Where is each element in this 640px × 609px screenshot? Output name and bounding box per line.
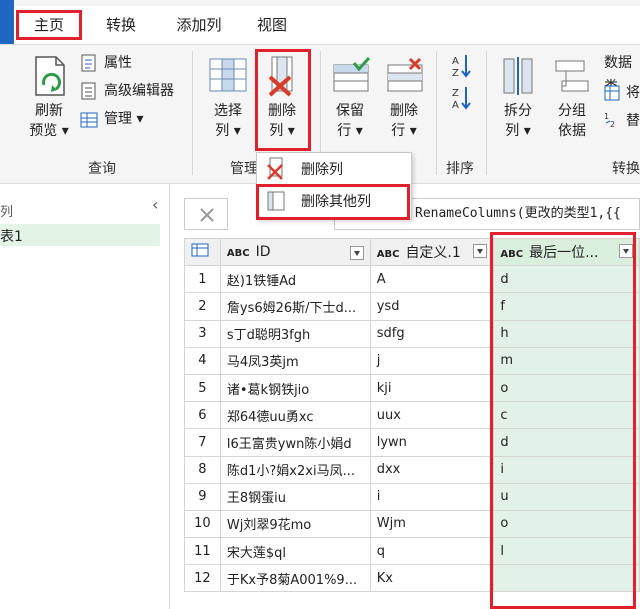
svg-text:2: 2 xyxy=(610,120,615,129)
choose-columns-button[interactable]: 选择 列 ▾ xyxy=(208,101,248,141)
table-menu-icon[interactable] xyxy=(184,238,221,267)
tab-add-column[interactable]: 添加列 xyxy=(166,10,232,40)
cell-id[interactable]: 马4凤3英jm xyxy=(219,346,371,375)
cell-custom1[interactable]: A xyxy=(369,265,495,294)
column-filter-dropdown[interactable] xyxy=(473,244,488,259)
cell-id[interactable]: 诸•葛k钢铁jio xyxy=(219,373,371,403)
cell-id[interactable]: 王8钢蛋iu xyxy=(219,482,371,511)
column-filter-dropdown[interactable] xyxy=(349,246,364,261)
tab-home[interactable]: 主页 xyxy=(16,10,82,40)
row-number[interactable]: 3 xyxy=(184,319,221,348)
group-divider xyxy=(486,51,487,175)
cancel-formula-button[interactable] xyxy=(184,198,228,230)
transform-group-label: 转换 xyxy=(612,161,640,177)
file-tab-edge[interactable] xyxy=(0,0,14,44)
refresh-preview-button[interactable]: 刷新 预览 ▾ xyxy=(22,101,76,141)
svg-text:Z: Z xyxy=(452,68,459,79)
cell-id[interactable]: Wj刘翠9花mo xyxy=(219,509,371,539)
query-item-label: 表1 xyxy=(0,229,23,245)
cell-id[interactable]: s丁d聪明3fgh xyxy=(219,319,371,348)
last-column-highlight xyxy=(490,232,636,609)
cell-custom1[interactable]: ysd xyxy=(369,292,495,321)
refresh-preview-icon[interactable] xyxy=(30,55,70,103)
remove-other-columns-highlight xyxy=(256,184,410,220)
svg-text:Z: Z xyxy=(452,88,459,99)
cell-custom1[interactable]: sdfg xyxy=(369,319,495,348)
group-by-icon[interactable] xyxy=(554,57,590,99)
remove-columns-highlight xyxy=(255,49,311,151)
cell-custom1[interactable]: q xyxy=(369,537,495,566)
manage-button[interactable]: 管理 ▾ xyxy=(104,107,143,131)
text-type-icon[interactable]: ABC xyxy=(227,248,250,259)
group-by-button[interactable]: 分组 依据 xyxy=(552,101,592,141)
keep-rows-button[interactable]: 保留 行 ▾ xyxy=(330,101,370,141)
row-number[interactable]: 10 xyxy=(184,509,221,539)
cell-id[interactable]: 赵)1铁锤Ad xyxy=(219,265,371,294)
advanced-editor-button[interactable]: 高级编辑器 xyxy=(104,79,174,103)
row-number[interactable]: 12 xyxy=(184,564,221,593)
use-first-row-button[interactable]: 将 xyxy=(626,81,640,105)
properties-button[interactable]: 属性 xyxy=(104,51,132,75)
cell-custom1[interactable]: kji xyxy=(369,373,495,403)
column-header-id[interactable]: ABC ID xyxy=(219,238,371,267)
column-header-custom1[interactable]: ABC 自定义.1 xyxy=(369,238,495,267)
row-number[interactable]: 4 xyxy=(184,346,221,375)
sort-group-label: 排序 xyxy=(446,161,474,177)
cell-custom1[interactable]: lywn xyxy=(369,428,495,457)
menu-item-remove-columns[interactable]: 删除列 xyxy=(257,155,411,185)
data-type-button[interactable]: 数据类 xyxy=(604,51,640,95)
manage-icon xyxy=(80,111,98,133)
cell-custom1[interactable]: Kx xyxy=(369,564,495,593)
cell-id[interactable]: 陈d1小?娟x2xi马凤... xyxy=(219,455,371,484)
ribbon-tab-bar: 主页 转换 添加列 视图 xyxy=(0,0,640,44)
cell-id[interactable]: 郑64德uu勇xc xyxy=(219,401,371,430)
sort-descending-icon[interactable]: ZA xyxy=(450,85,472,115)
row-number[interactable]: 8 xyxy=(184,455,221,484)
cell-id[interactable]: 詹ys6姆26斯/下士d... xyxy=(219,292,371,321)
tab-transform[interactable]: 转换 xyxy=(96,10,146,40)
group-divider xyxy=(192,51,193,175)
row-number[interactable]: 5 xyxy=(184,373,221,403)
replace-values-button[interactable]: 替 xyxy=(626,109,640,133)
split-column-button[interactable]: 拆分 列 ▾ xyxy=(498,101,538,141)
remove-rows-icon[interactable] xyxy=(386,57,426,97)
row-number[interactable]: 1 xyxy=(184,265,221,294)
table-icon xyxy=(604,85,620,105)
row-number[interactable]: 6 xyxy=(184,401,221,430)
cell-custom1[interactable]: uux xyxy=(369,401,495,430)
cell-id[interactable]: 于Kx予8菊A001%9... xyxy=(219,564,371,593)
split-column-icon[interactable] xyxy=(500,57,536,99)
cell-id[interactable]: l6王富贵ywn陈小娟d xyxy=(219,428,371,457)
query-item[interactable]: 表1 xyxy=(0,224,160,246)
formula-bar: RenameColumns(更改的类型1,{{ xyxy=(184,198,640,230)
remove-rows-button[interactable]: 删除 行 ▾ xyxy=(384,101,424,141)
svg-text:A: A xyxy=(452,56,459,67)
cell-custom1[interactable]: dxx xyxy=(369,455,495,484)
properties-icon xyxy=(80,53,98,77)
cell-custom1[interactable]: Wjm xyxy=(369,509,495,539)
row-number[interactable]: 2 xyxy=(184,292,221,321)
collapse-pane-icon[interactable]: ‹ xyxy=(152,195,158,214)
replace-values-icon: 12 xyxy=(604,111,622,133)
queries-header: 列 xyxy=(0,205,14,220)
queries-pane: 列 ‹ 表1 xyxy=(0,185,170,609)
keep-rows-icon[interactable] xyxy=(332,56,372,97)
title-strip xyxy=(0,0,640,6)
cell-custom1[interactable]: j xyxy=(369,346,495,375)
choose-columns-icon[interactable] xyxy=(208,57,248,97)
sort-ascending-icon[interactable]: AZ xyxy=(450,53,472,83)
cell-id[interactable]: 宋大莲$ql xyxy=(219,537,371,566)
manage-group-label: 管理 xyxy=(230,161,258,177)
tab-view[interactable]: 视图 xyxy=(248,10,296,40)
svg-text:1: 1 xyxy=(604,112,609,121)
cell-custom1[interactable]: i xyxy=(369,482,495,511)
text-type-icon[interactable]: ABC xyxy=(377,249,400,260)
row-number[interactable]: 7 xyxy=(184,428,221,457)
row-number[interactable]: 11 xyxy=(184,537,221,566)
row-number[interactable]: 9 xyxy=(184,482,221,511)
svg-text:A: A xyxy=(452,100,459,111)
group-divider xyxy=(436,51,437,175)
query-group-label: 查询 xyxy=(88,161,116,177)
advanced-editor-icon xyxy=(80,81,98,105)
